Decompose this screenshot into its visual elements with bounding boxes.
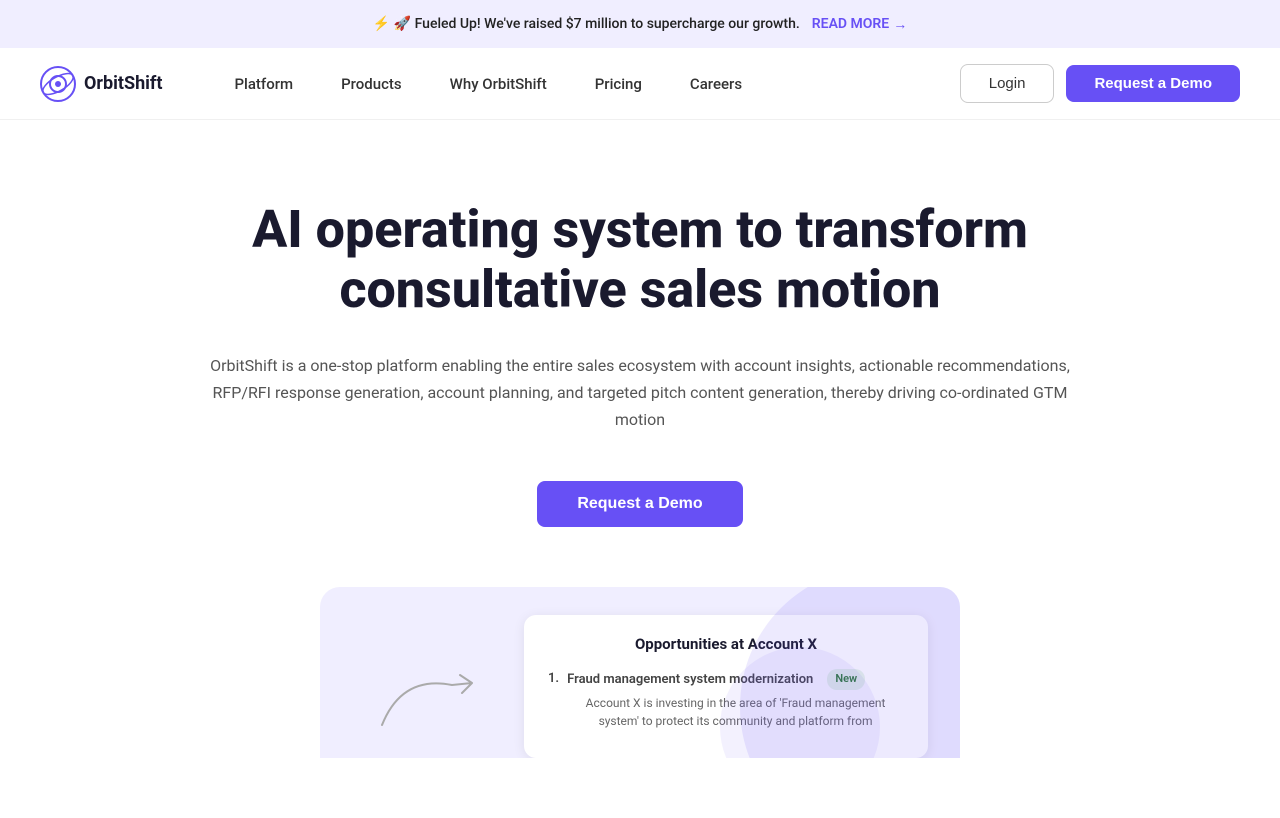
login-button[interactable]: Login [960, 64, 1055, 103]
request-demo-nav-button[interactable]: Request a Demo [1066, 65, 1240, 102]
nav-platform[interactable]: Platform [210, 67, 317, 101]
request-demo-hero-button[interactable]: Request a Demo [537, 481, 742, 527]
nav-links: Platform Products Why OrbitShift Pricing… [210, 67, 959, 101]
announcement-message: Fueled Up! We've raised $7 million to su… [415, 16, 800, 32]
nav-actions: Login Request a Demo [960, 64, 1240, 103]
logo[interactable]: OrbitShift [40, 66, 162, 102]
logo-text: OrbitShift [84, 73, 162, 94]
hero-subtitle: OrbitShift is a one-stop platform enabli… [200, 352, 1080, 434]
announcement-text: ⚡ 🚀 Fueled Up! We've raised $7 million t… [373, 16, 800, 32]
dashboard-card: Opportunities at Account X 1. Fraud mana… [320, 587, 960, 758]
navbar: OrbitShift Platform Products Why OrbitSh… [0, 48, 1280, 120]
announcement-emoji: ⚡ 🚀 [373, 16, 411, 32]
nav-products[interactable]: Products [317, 67, 426, 101]
logo-icon [40, 66, 76, 102]
hero-title: AI operating system to transform consult… [250, 200, 1030, 320]
arrow-graphic [372, 655, 492, 735]
dashboard-preview: Opportunities at Account X 1. Fraud mana… [200, 587, 1080, 758]
hero-section: AI operating system to transform consult… [0, 120, 1280, 818]
announcement-bar: ⚡ 🚀 Fueled Up! We've raised $7 million t… [0, 0, 1280, 48]
arrow-area [352, 615, 492, 735]
read-more-text: READ MORE [812, 16, 889, 32]
read-more-link[interactable]: READ MORE → [812, 16, 907, 33]
nav-careers[interactable]: Careers [666, 67, 766, 101]
nav-pricing[interactable]: Pricing [571, 67, 666, 101]
opportunity-number: 1. [548, 669, 559, 689]
nav-why-orbitshift[interactable]: Why OrbitShift [426, 67, 571, 101]
read-more-arrow: → [893, 16, 907, 33]
